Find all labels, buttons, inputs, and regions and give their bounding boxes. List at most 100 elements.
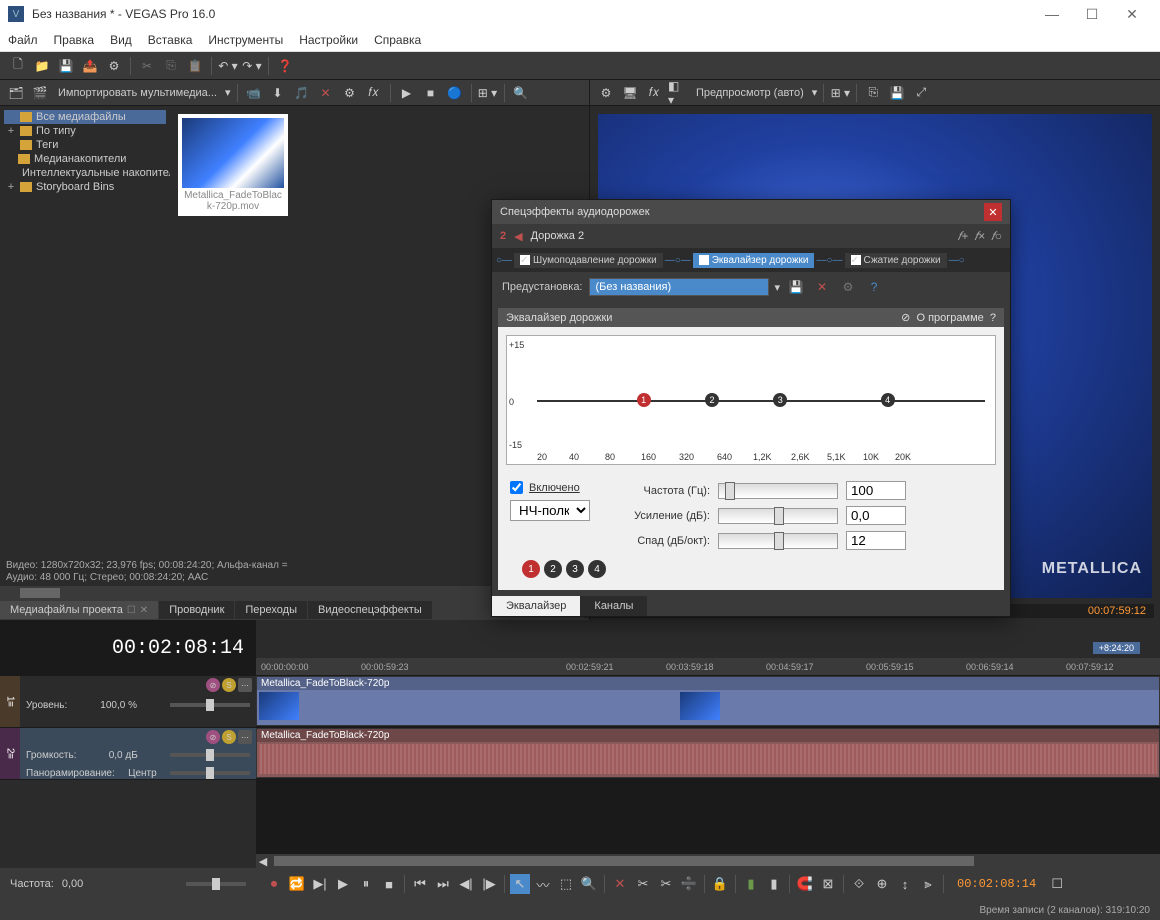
eq-node-4[interactable]: 4 (881, 393, 895, 407)
undo-icon[interactable]: ↶ ▾ (218, 56, 238, 76)
timecode-display[interactable]: 00:02:08:14 (112, 637, 244, 660)
maximize-button[interactable]: ☐ (1072, 0, 1112, 28)
band-tab-1[interactable]: 1 (522, 560, 540, 578)
video-clip[interactable]: Metallica_FadeToBlack-720p (256, 676, 1160, 726)
close-button[interactable]: ✕ (1112, 0, 1152, 28)
timeline-scrollbar[interactable]: ◀ (256, 854, 1160, 868)
preset-save-icon[interactable]: 💾 (786, 277, 806, 297)
preview-scale-icon[interactable]: ⤢ (911, 83, 931, 103)
eq-node-2[interactable]: 2 (705, 393, 719, 407)
tab-pin-icon[interactable]: ☐ (127, 605, 136, 616)
tree-by-type[interactable]: +По типу (4, 124, 166, 138)
freq-slider[interactable] (718, 483, 838, 499)
track-header-video[interactable]: 1≡ ⊘S⋯ Уровень:100,0 % (0, 676, 256, 728)
trim-start-icon[interactable]: ✂ (633, 874, 653, 894)
fx-add-icon[interactable]: 𝑓+ (958, 229, 969, 244)
go-start-icon[interactable]: ⏮ (410, 874, 430, 894)
preset-delete-icon[interactable]: ✕ (812, 277, 832, 297)
track-header-audio[interactable]: 2≡ ⊘S⋯ Громкость:0,0 дБ Панорамирование:… (0, 728, 256, 780)
tab-channels[interactable]: Каналы (580, 596, 647, 616)
level-fader[interactable] (170, 703, 250, 707)
sync-icon[interactable]: ⊕ (872, 874, 892, 894)
eq-node-1[interactable]: 1 (637, 393, 651, 407)
envelope-icon[interactable]: 〰 (533, 874, 553, 894)
rate-fader[interactable] (186, 882, 246, 886)
import-label[interactable]: Импортировать мультимедиа... (58, 87, 217, 99)
import-icon[interactable]: 🎬 (30, 83, 50, 103)
go-end-icon[interactable]: ⏭ (433, 874, 453, 894)
tree-storyboard[interactable]: +Storyboard Bins (4, 180, 166, 194)
preview-external-icon[interactable]: 🖥 (620, 83, 640, 103)
next-frame-icon[interactable]: |▶ (479, 874, 499, 894)
menu-edit[interactable]: Правка (54, 33, 95, 47)
record-icon[interactable]: ⏺ (264, 874, 284, 894)
tab-explorer[interactable]: Проводник (159, 601, 234, 619)
tab-project-media[interactable]: Медиафайлы проекта☐✕ (0, 601, 158, 619)
pause-icon[interactable]: ⏸ (356, 874, 376, 894)
loop-icon[interactable]: 🔁 (287, 874, 307, 894)
help-link[interactable]: ? (990, 312, 996, 324)
redo-icon[interactable]: ↷ ▾ (242, 56, 262, 76)
minimize-button[interactable]: — (1032, 0, 1072, 28)
play-icon[interactable]: ▶ (333, 874, 353, 894)
media-props-icon[interactable]: ⚙ (340, 83, 360, 103)
band-tab-2[interactable]: 2 (544, 560, 562, 578)
slope-slider[interactable] (718, 533, 838, 549)
preview-save-icon[interactable]: 💾 (887, 83, 907, 103)
zoom-icon[interactable]: 🔍 (579, 874, 599, 894)
play-start-icon[interactable]: ▶| (310, 874, 330, 894)
view-icon[interactable]: ⊞ ▾ (478, 83, 498, 103)
chain-comp[interactable]: ✓Сжатие дорожки (845, 253, 947, 268)
new-icon[interactable]: 🗋 (8, 56, 28, 76)
rate-value[interactable]: 0,00 (62, 878, 83, 890)
delete-icon[interactable]: ✕ (610, 874, 630, 894)
open-icon[interactable]: 📁 (32, 56, 52, 76)
transport-timecode[interactable]: 00:02:08:14 (957, 877, 1036, 891)
dialog-titlebar[interactable]: Спецэффекты аудиодорожек ✕ (492, 200, 1010, 224)
band-tab-4[interactable]: 4 (588, 560, 606, 578)
pan-fader[interactable] (170, 771, 250, 775)
vol-fader[interactable] (170, 753, 250, 757)
track-more-icon[interactable]: ⋯ (238, 730, 252, 744)
marker-icon[interactable]: ▮ (741, 874, 761, 894)
preview-fx-icon[interactable]: 𝑓𝑥 (644, 83, 664, 103)
tree-all-media[interactable]: Все медиафайлы (4, 110, 166, 124)
snap-icon[interactable]: 🧲 (795, 874, 815, 894)
enabled-checkbox[interactable] (510, 481, 523, 494)
solo-icon[interactable]: S (222, 730, 236, 744)
filter-type-select[interactable]: НЧ-полка (510, 500, 590, 521)
tab-transitions[interactable]: Переходы (235, 601, 307, 619)
cut-icon[interactable]: ✂ (137, 56, 157, 76)
split-icon[interactable]: ➗ (679, 874, 699, 894)
get-media-icon[interactable]: ⬇ (268, 83, 288, 103)
render-icon[interactable]: 📤 (80, 56, 100, 76)
mute-icon[interactable]: ⊘ (206, 678, 220, 692)
menu-view[interactable]: Вид (110, 33, 132, 47)
chain-noise[interactable]: ✓Шумоподавление дорожки (514, 253, 663, 268)
gain-slider[interactable] (718, 508, 838, 524)
audio-clip[interactable]: Metallica_FadeToBlack-720p (256, 728, 1160, 778)
add-icon[interactable]: ☐ (1047, 874, 1067, 894)
region-icon[interactable]: ▮ (764, 874, 784, 894)
tab-equalizer[interactable]: Эквалайзер (492, 596, 580, 616)
help-icon[interactable]: ❓ (275, 56, 295, 76)
normal-edit-icon[interactable]: ↖ (510, 874, 530, 894)
auto-ripple-icon[interactable]: ⊠ (818, 874, 838, 894)
menu-tools[interactable]: Инструменты (208, 33, 283, 47)
properties-icon[interactable]: ⚙ (104, 56, 124, 76)
mute-icon[interactable]: ⊘ (206, 730, 220, 744)
tree-tags[interactable]: Теги (4, 138, 166, 152)
capture-icon[interactable]: 📹 (244, 83, 264, 103)
copy-icon[interactable]: ⎘ (161, 56, 181, 76)
chain-eq[interactable]: ✓Эквалайзер дорожки (693, 253, 815, 268)
remove-unused-icon[interactable]: ✕ (316, 83, 336, 103)
tab-videofx[interactable]: Видеоспецэффекты (308, 601, 432, 619)
stop-icon[interactable]: ■ (379, 874, 399, 894)
track-more-icon[interactable]: ⋯ (238, 678, 252, 692)
remove-icon[interactable]: 🎵 (292, 83, 312, 103)
eq-node-3[interactable]: 3 (773, 393, 787, 407)
fx-remove-icon[interactable]: 𝑓× (974, 229, 985, 244)
autoplay-icon[interactable]: 🔵 (445, 83, 465, 103)
quantize-icon[interactable]: ⫸ (918, 874, 938, 894)
tree-intellectual[interactable]: Интеллектуальные накопители (4, 166, 166, 180)
